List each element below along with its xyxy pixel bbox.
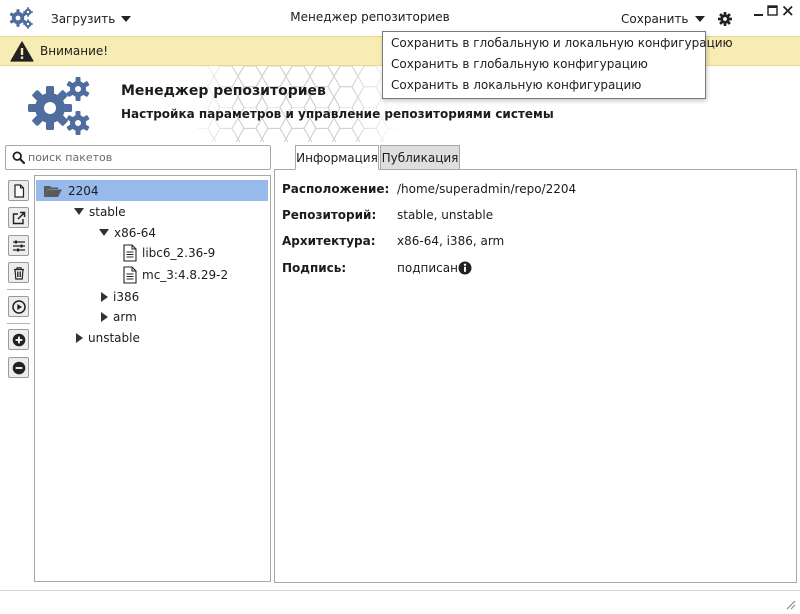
tab-info[interactable]: Информация [295, 145, 379, 170]
package-tree: 2204 stable x86-64 libc6_2.36-9 mc_3:4.8… [34, 175, 271, 582]
repository-label: Репозиторий: [282, 208, 377, 222]
repository-value: stable, unstable [397, 208, 494, 222]
collapse-arrow-icon[interactable] [101, 291, 108, 302]
minus-circle-icon [12, 361, 25, 374]
tree-item-label: arm [113, 309, 137, 324]
header-title: Менеджер репозиториев [121, 83, 326, 99]
collapse-arrow-icon[interactable] [76, 332, 83, 343]
tree-item-label: x86-64 [114, 225, 156, 240]
search-box [5, 145, 271, 170]
tree-item-label: 2204 [68, 183, 99, 198]
file-icon [123, 244, 137, 262]
search-icon [12, 151, 25, 164]
sliders-icon [12, 240, 25, 251]
tree-item-package[interactable]: libc6_2.36-9 [123, 242, 215, 264]
tree-item-label: unstable [88, 330, 140, 345]
settings-sliders-button[interactable] [8, 235, 29, 256]
play-icon [11, 299, 26, 314]
expand-arrow-icon[interactable] [74, 208, 84, 215]
tab-publish[interactable]: Публикация [380, 145, 460, 170]
toolbar-divider [7, 289, 30, 290]
resize-grip-icon[interactable] [784, 598, 796, 610]
location-value: /home/superadmin/repo/2204 [397, 182, 577, 196]
close-icon[interactable] [782, 5, 794, 17]
remove-button[interactable] [8, 357, 29, 378]
tree-item-stable[interactable]: stable [74, 201, 126, 222]
tree-item-i386[interactable]: i386 [101, 286, 139, 307]
gears-logo-icon [26, 74, 92, 136]
new-file-button[interactable] [8, 180, 29, 201]
info-icon[interactable] [458, 261, 472, 275]
save-menu-button[interactable]: Сохранить [621, 10, 705, 28]
add-button[interactable] [8, 329, 29, 350]
signature-value: подписан [397, 261, 458, 275]
search-input[interactable] [28, 149, 264, 166]
tree-item-arm[interactable]: arm [101, 306, 137, 327]
gear-icon[interactable] [717, 11, 733, 27]
save-dropdown-menu: Сохранить в глобальную и локальную конфи… [382, 31, 733, 99]
tree-item-label: stable [89, 204, 126, 219]
minimize-icon[interactable] [753, 5, 765, 17]
architecture-label: Архитектура: [282, 234, 376, 248]
collapse-arrow-icon[interactable] [101, 311, 108, 322]
signature-label: Подпись: [282, 261, 347, 275]
open-external-button[interactable] [8, 207, 29, 228]
maximize-icon[interactable] [767, 5, 779, 17]
open-folder-icon [44, 185, 62, 197]
tree-item-2204[interactable]: 2204 [43, 180, 99, 201]
save-local-option[interactable]: Сохранить в локальную конфигурацию [391, 78, 641, 92]
file-icon [123, 266, 137, 284]
open-external-icon [12, 211, 25, 224]
chevron-down-icon [694, 16, 705, 22]
trash-icon [13, 266, 24, 280]
tree-item-package[interactable]: mc_3:4.8.29-2 [123, 264, 228, 286]
plus-circle-icon [12, 333, 25, 346]
save-global-option[interactable]: Сохранить в глобальную конфигурацию [391, 57, 648, 71]
expand-arrow-icon[interactable] [99, 229, 109, 236]
tree-item-unstable[interactable]: unstable [76, 327, 140, 348]
new-file-icon [13, 183, 24, 198]
tree-item-label: mc_3:4.8.29-2 [142, 268, 229, 282]
save-global-local-option[interactable]: Сохранить в глобальную и локальную конфи… [391, 36, 733, 50]
save-menu-label: Сохранить [621, 12, 689, 26]
header-subtitle: Настройка параметров и управление репози… [121, 107, 554, 121]
delete-button[interactable] [8, 262, 29, 283]
location-label: Расположение: [282, 182, 390, 196]
tree-item-x86-64[interactable]: x86-64 [99, 222, 156, 243]
tree-item-label: libc6_2.36-9 [142, 246, 216, 260]
warning-text: Внимание! [40, 44, 109, 58]
info-panel [274, 169, 797, 583]
toolbar-divider [7, 323, 30, 324]
warning-icon [10, 41, 34, 62]
architecture-value: x86-64, i386, arm [397, 234, 505, 248]
hexagon-pattern [190, 66, 400, 142]
status-bar [0, 590, 800, 614]
tree-item-label: i386 [113, 289, 140, 304]
run-button[interactable] [8, 296, 29, 317]
